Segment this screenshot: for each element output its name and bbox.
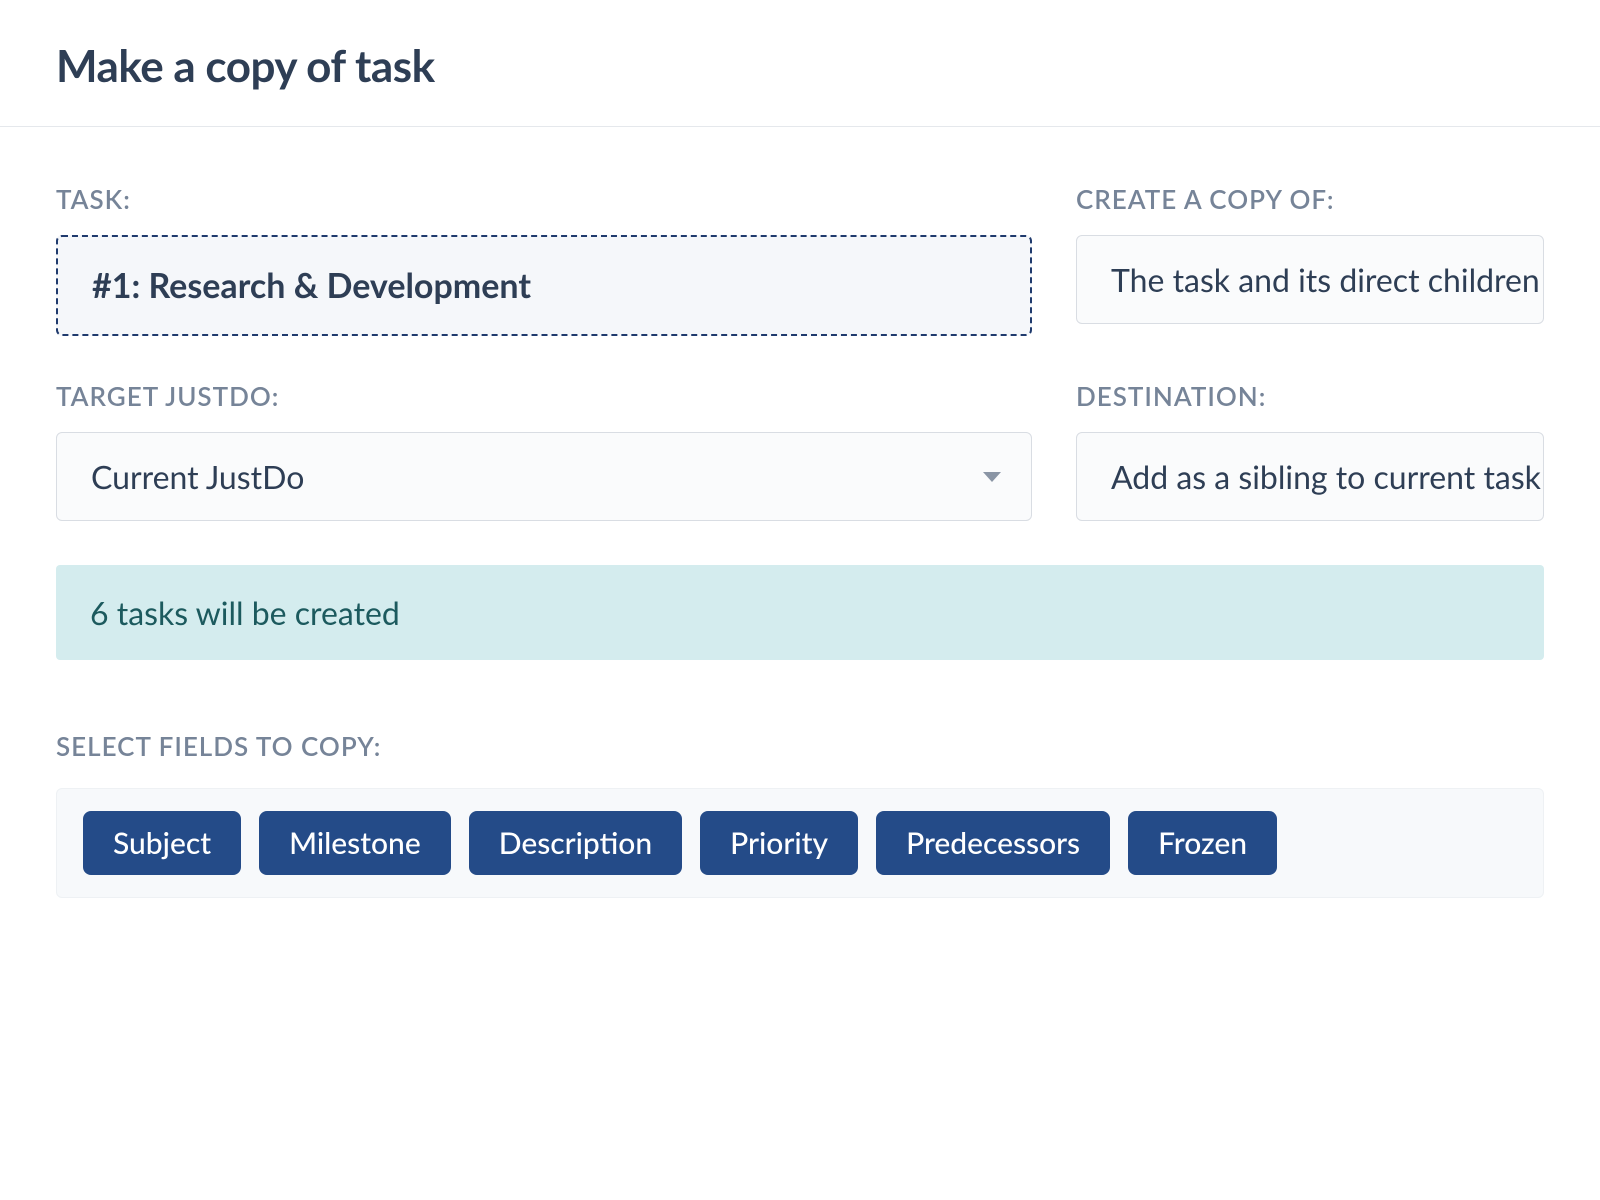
tasks-created-banner: 6 tasks will be created	[56, 565, 1544, 660]
modal-title: Make a copy of task	[56, 40, 1544, 92]
field-chip-predecessors[interactable]: Predecessors	[876, 811, 1110, 875]
target-justdo-select[interactable]: Current JustDo	[56, 432, 1032, 521]
task-field-group: TASK: #1: Research & Development	[56, 183, 1032, 336]
destination-value: Add as a sibling to current task	[1111, 457, 1541, 496]
destination-field-group: DESTINATION: Add as a sibling to current…	[1076, 380, 1544, 521]
target-justdo-field-group: TARGET JUSTDO: Current JustDo	[56, 380, 1032, 521]
target-justdo-value: Current JustDo	[91, 457, 304, 496]
copy-task-modal: Make a copy of task TASK: #1: Research &…	[0, 0, 1600, 898]
task-value-box[interactable]: #1: Research & Development	[56, 235, 1032, 336]
destination-label: DESTINATION:	[1076, 380, 1544, 412]
select-fields-label: SELECT FIELDS TO COPY:	[56, 730, 1544, 762]
create-copy-label: CREATE A COPY OF:	[1076, 183, 1544, 215]
fields-chip-container: Subject Milestone Description Priority P…	[56, 788, 1544, 898]
target-justdo-label: TARGET JUSTDO:	[56, 380, 1032, 412]
caret-down-icon	[983, 472, 1001, 482]
row-2: TARGET JUSTDO: Current JustDo DESTINATIO…	[56, 380, 1544, 521]
create-copy-field-group: CREATE A COPY OF: The task and its direc…	[1076, 183, 1544, 336]
field-chip-frozen[interactable]: Frozen	[1128, 811, 1277, 875]
create-copy-value: The task and its direct children	[1111, 260, 1540, 299]
row-1: TASK: #1: Research & Development CREATE …	[56, 183, 1544, 336]
modal-header: Make a copy of task	[0, 0, 1600, 127]
create-copy-select[interactable]: The task and its direct children	[1076, 235, 1544, 324]
field-chip-description[interactable]: Description	[469, 811, 682, 875]
field-chip-subject[interactable]: Subject	[83, 811, 241, 875]
task-label: TASK:	[56, 183, 1032, 215]
destination-select[interactable]: Add as a sibling to current task	[1076, 432, 1544, 521]
modal-body: TASK: #1: Research & Development CREATE …	[0, 127, 1600, 898]
field-chip-priority[interactable]: Priority	[700, 811, 858, 875]
field-chip-milestone[interactable]: Milestone	[259, 811, 451, 875]
